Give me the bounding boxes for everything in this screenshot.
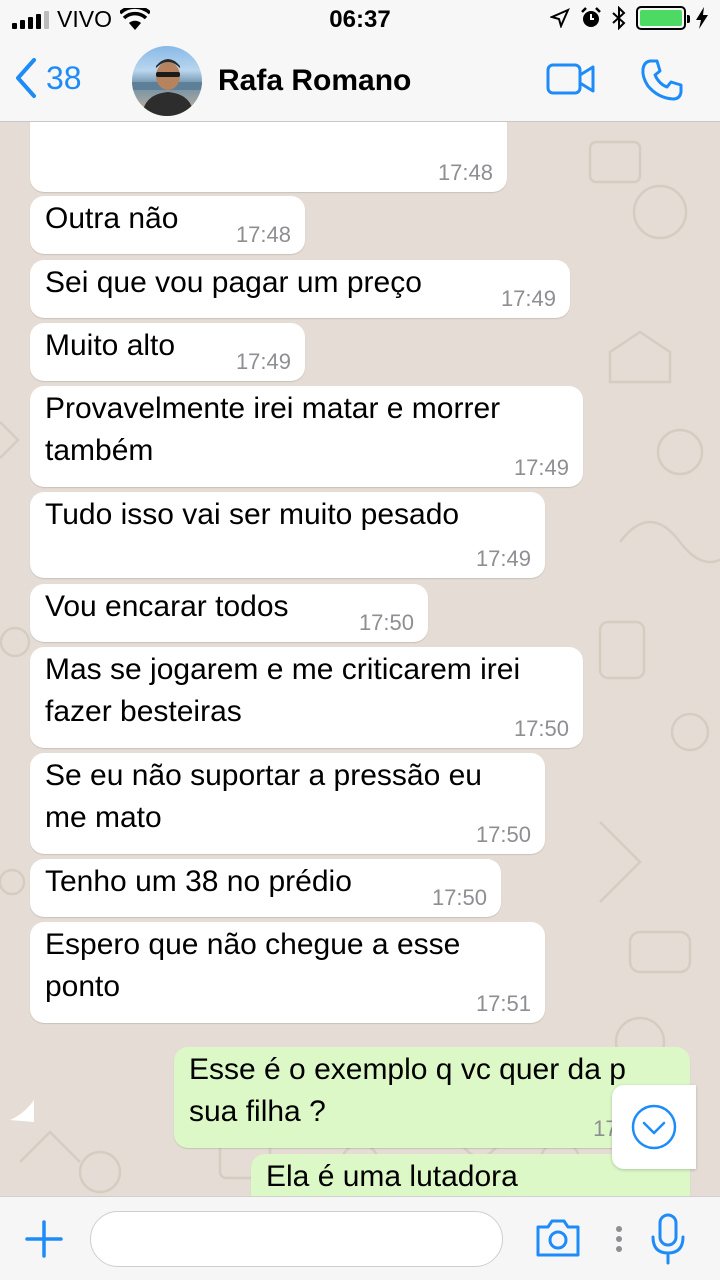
message-text: Se eu não suportar a pressão eu me mato bbox=[45, 755, 482, 839]
message-line: fazer besteiras bbox=[45, 695, 242, 728]
incoming-message[interactable]: Muito alto 17:49 bbox=[30, 323, 305, 381]
message-line: Tudo isso vai ser muito pesado bbox=[45, 498, 460, 531]
person-photo-icon bbox=[132, 59, 202, 116]
message-line: Provavelmente irei matar e morrer bbox=[45, 392, 501, 425]
scroll-to-bottom-button[interactable] bbox=[612, 1085, 696, 1169]
message-time: 17:49 bbox=[475, 546, 531, 571]
message-text: Provavelmente irei matar e morrer também bbox=[45, 388, 500, 472]
message-text: Outra não bbox=[45, 198, 178, 240]
message-time: 17:48 bbox=[235, 222, 291, 247]
message-line: Sei que vou pagar um preço bbox=[45, 266, 422, 299]
message-text: Espero que não chegue a esse ponto bbox=[45, 924, 460, 1008]
message-text: Esse é o exemplo q vc quer da p sua filha… bbox=[189, 1049, 626, 1133]
message-text: Vou encarar todos bbox=[45, 586, 289, 628]
incoming-message[interactable]: Espero que não chegue a esse ponto 17:51 bbox=[30, 922, 545, 1023]
bubble-tail bbox=[10, 1100, 34, 1122]
message-text: Tenho um 38 no prédio bbox=[45, 861, 352, 903]
incoming-message[interactable]: Tudo isso vai ser muito pesado 17:49 bbox=[30, 492, 545, 578]
message-text: Mas se jogarem e me criticarem irei fazer… bbox=[45, 649, 520, 733]
incoming-message[interactable]: Vou encarar todos 17:50 bbox=[30, 584, 428, 642]
status-bar: VIVO 06:37 bbox=[0, 0, 720, 40]
message-line: Mas se jogarem e me criticarem irei bbox=[45, 653, 521, 686]
chevron-left-icon bbox=[16, 58, 36, 98]
message-time: 17:51 bbox=[475, 991, 531, 1016]
microphone-icon[interactable] bbox=[650, 1213, 686, 1265]
message-line: Outra não bbox=[45, 202, 179, 235]
message-text: Muito alto bbox=[45, 325, 175, 367]
incoming-message[interactable]: Mas se jogarem e me criticarem irei fazer… bbox=[30, 647, 583, 748]
message-line: Espero que não chegue a esse bbox=[45, 928, 461, 961]
message-line: também bbox=[45, 434, 154, 467]
message-time: 17:49 bbox=[235, 349, 291, 374]
message-line: Muito alto bbox=[45, 329, 176, 362]
vertical-dots-icon bbox=[616, 1226, 622, 1252]
incoming-message[interactable]: Tenho um 38 no prédio 17:50 bbox=[30, 859, 501, 917]
unread-count: 38 bbox=[46, 59, 82, 96]
message-line: ponto bbox=[45, 970, 121, 1003]
video-call-icon[interactable] bbox=[546, 62, 596, 96]
message-text: Ela é uma lutadora bbox=[266, 1156, 518, 1196]
incoming-message[interactable]: Sei que vou pagar um preço 17:49 bbox=[30, 260, 570, 318]
message-line: Se eu não suportar a pressão eu bbox=[45, 759, 482, 792]
incoming-message[interactable]: Algumas vezes vou suportar17:48 bbox=[30, 122, 507, 192]
chat-area[interactable]: Algumas vezes vou suportar17:48Outra não… bbox=[0, 122, 720, 1196]
message-time: 17:50 bbox=[475, 822, 531, 847]
charging-icon bbox=[696, 7, 708, 29]
plus-icon[interactable] bbox=[24, 1219, 64, 1259]
incoming-message[interactable]: Se eu não suportar a pressão eu me mato 17… bbox=[30, 753, 545, 854]
message-line: sua filha ? bbox=[189, 1095, 326, 1128]
message-line: Vou encarar todos bbox=[45, 590, 289, 623]
message-text: Sei que vou pagar um preço bbox=[45, 262, 422, 304]
contact-name[interactable]: Rafa Romano bbox=[218, 64, 411, 98]
camera-icon[interactable] bbox=[534, 1217, 582, 1259]
message-line: Ela é uma lutadora bbox=[266, 1160, 518, 1193]
chat-header: 38 Rafa Romano bbox=[0, 40, 720, 122]
message-text: Tudo isso vai ser muito pesado bbox=[45, 494, 459, 536]
location-icon bbox=[550, 8, 570, 28]
back-button[interactable]: 38 bbox=[14, 56, 82, 100]
message-time: 17:50 bbox=[431, 885, 487, 910]
incoming-message[interactable]: Outra não 17:48 bbox=[30, 196, 305, 254]
bluetooth-icon bbox=[612, 6, 626, 30]
phone-call-icon[interactable] bbox=[640, 58, 684, 102]
message-time: 17:49 bbox=[500, 286, 556, 311]
battery-icon bbox=[636, 6, 690, 30]
message-time: 17:48 bbox=[437, 160, 493, 185]
message-time: 17:50 bbox=[513, 716, 569, 741]
message-input[interactable] bbox=[90, 1211, 503, 1267]
message-time: 17:49 bbox=[513, 455, 569, 480]
message-time: 17:50 bbox=[358, 610, 414, 635]
message-line: me mato bbox=[45, 801, 162, 834]
contact-avatar[interactable] bbox=[132, 46, 202, 116]
composer-bar bbox=[0, 1196, 720, 1280]
incoming-message[interactable]: Provavelmente irei matar e morrer também 1… bbox=[30, 386, 583, 487]
message-line: Esse é o exemplo q vc quer da p bbox=[189, 1053, 626, 1086]
message-line: Tenho um 38 no prédio bbox=[45, 865, 352, 898]
alarm-icon bbox=[581, 7, 601, 27]
chevron-down-circle-icon bbox=[631, 1104, 677, 1150]
